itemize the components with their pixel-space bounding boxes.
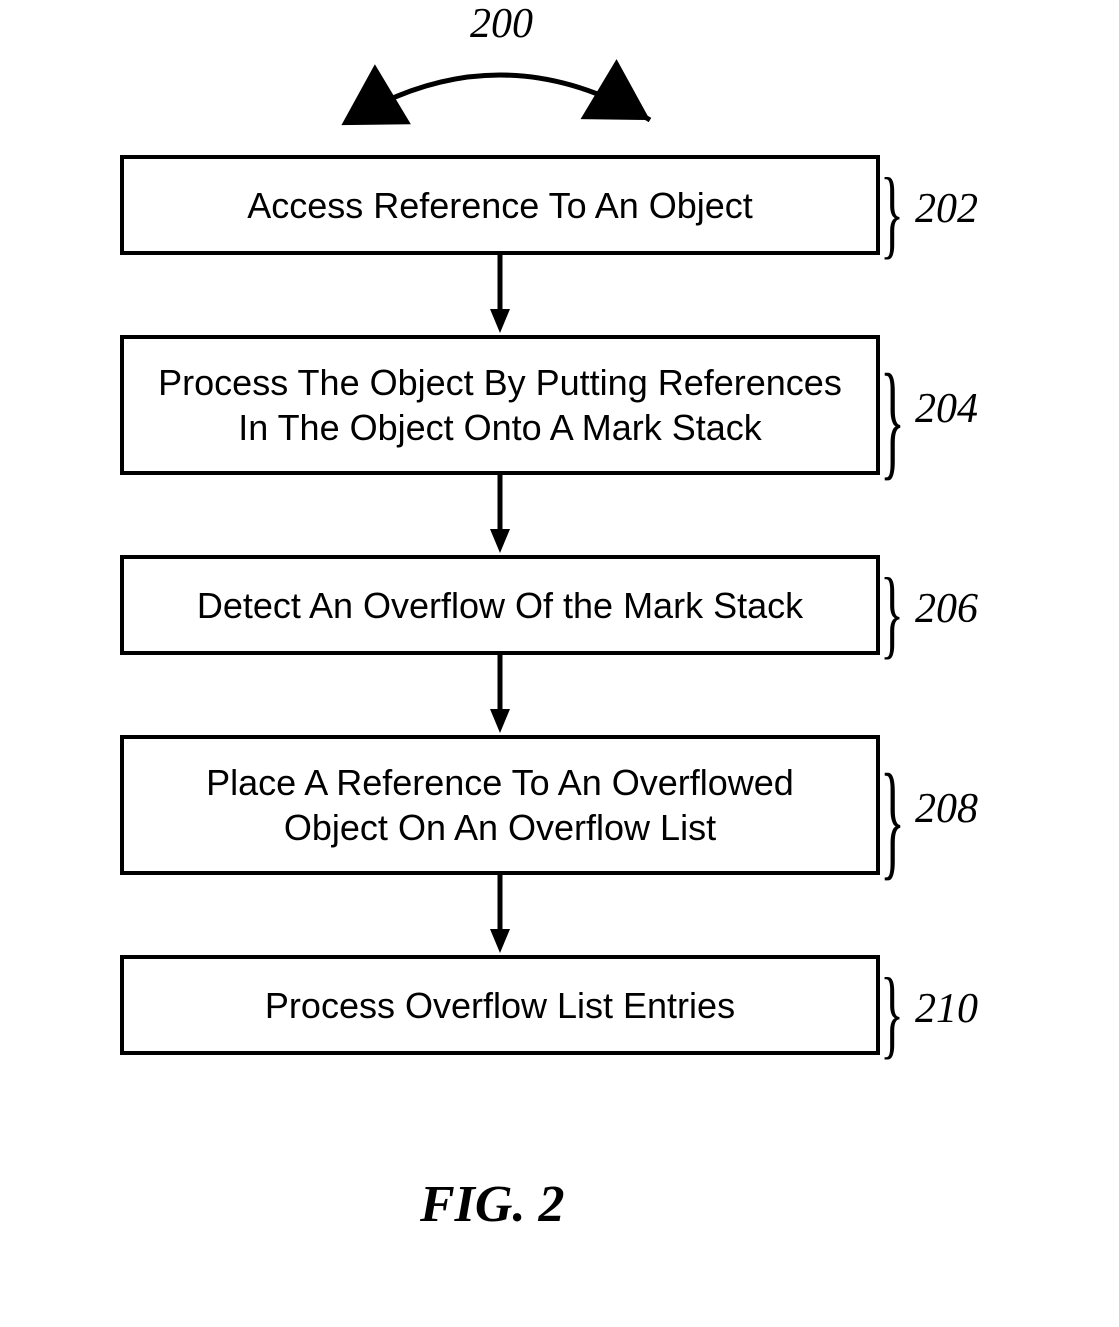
step-box-202: Access Reference To An Object bbox=[120, 155, 880, 255]
top-label-200: 200 bbox=[470, 0, 533, 48]
arrow-206-208 bbox=[490, 655, 510, 735]
step-text: Process Overflow List Entries bbox=[265, 983, 735, 1028]
ref-brace: } bbox=[880, 955, 904, 1070]
step-box-208: Place A Reference To An Overflowed Objec… bbox=[120, 735, 880, 875]
ref-brace: } bbox=[880, 345, 905, 495]
step-box-204: Process The Object By Putting References… bbox=[120, 335, 880, 475]
arrow-202-204 bbox=[490, 255, 510, 335]
ref-brace: } bbox=[880, 745, 905, 895]
arrow-204-206 bbox=[490, 475, 510, 555]
ref-label-206: 206 bbox=[915, 585, 978, 633]
diagram-canvas: 200 Access Reference To An Object } 202 … bbox=[0, 0, 1119, 1327]
ref-brace: } bbox=[880, 555, 904, 670]
ref-label-204: 204 bbox=[915, 385, 978, 433]
step-text: Detect An Overflow Of the Mark Stack bbox=[197, 583, 803, 628]
step-box-210: Process Overflow List Entries bbox=[120, 955, 880, 1055]
step-text: Access Reference To An Object bbox=[247, 183, 753, 228]
ref-brace: } bbox=[880, 155, 904, 270]
step-text: Place A Reference To An Overflowed Objec… bbox=[206, 760, 794, 850]
arrow-208-210 bbox=[490, 875, 510, 955]
ref-label-208: 208 bbox=[915, 785, 978, 833]
ref-label-202: 202 bbox=[915, 185, 978, 233]
step-text: Process The Object By Putting References… bbox=[158, 360, 842, 450]
step-box-206: Detect An Overflow Of the Mark Stack bbox=[120, 555, 880, 655]
figure-caption: FIG. 2 bbox=[420, 1175, 564, 1234]
ref-label-210: 210 bbox=[915, 985, 978, 1033]
